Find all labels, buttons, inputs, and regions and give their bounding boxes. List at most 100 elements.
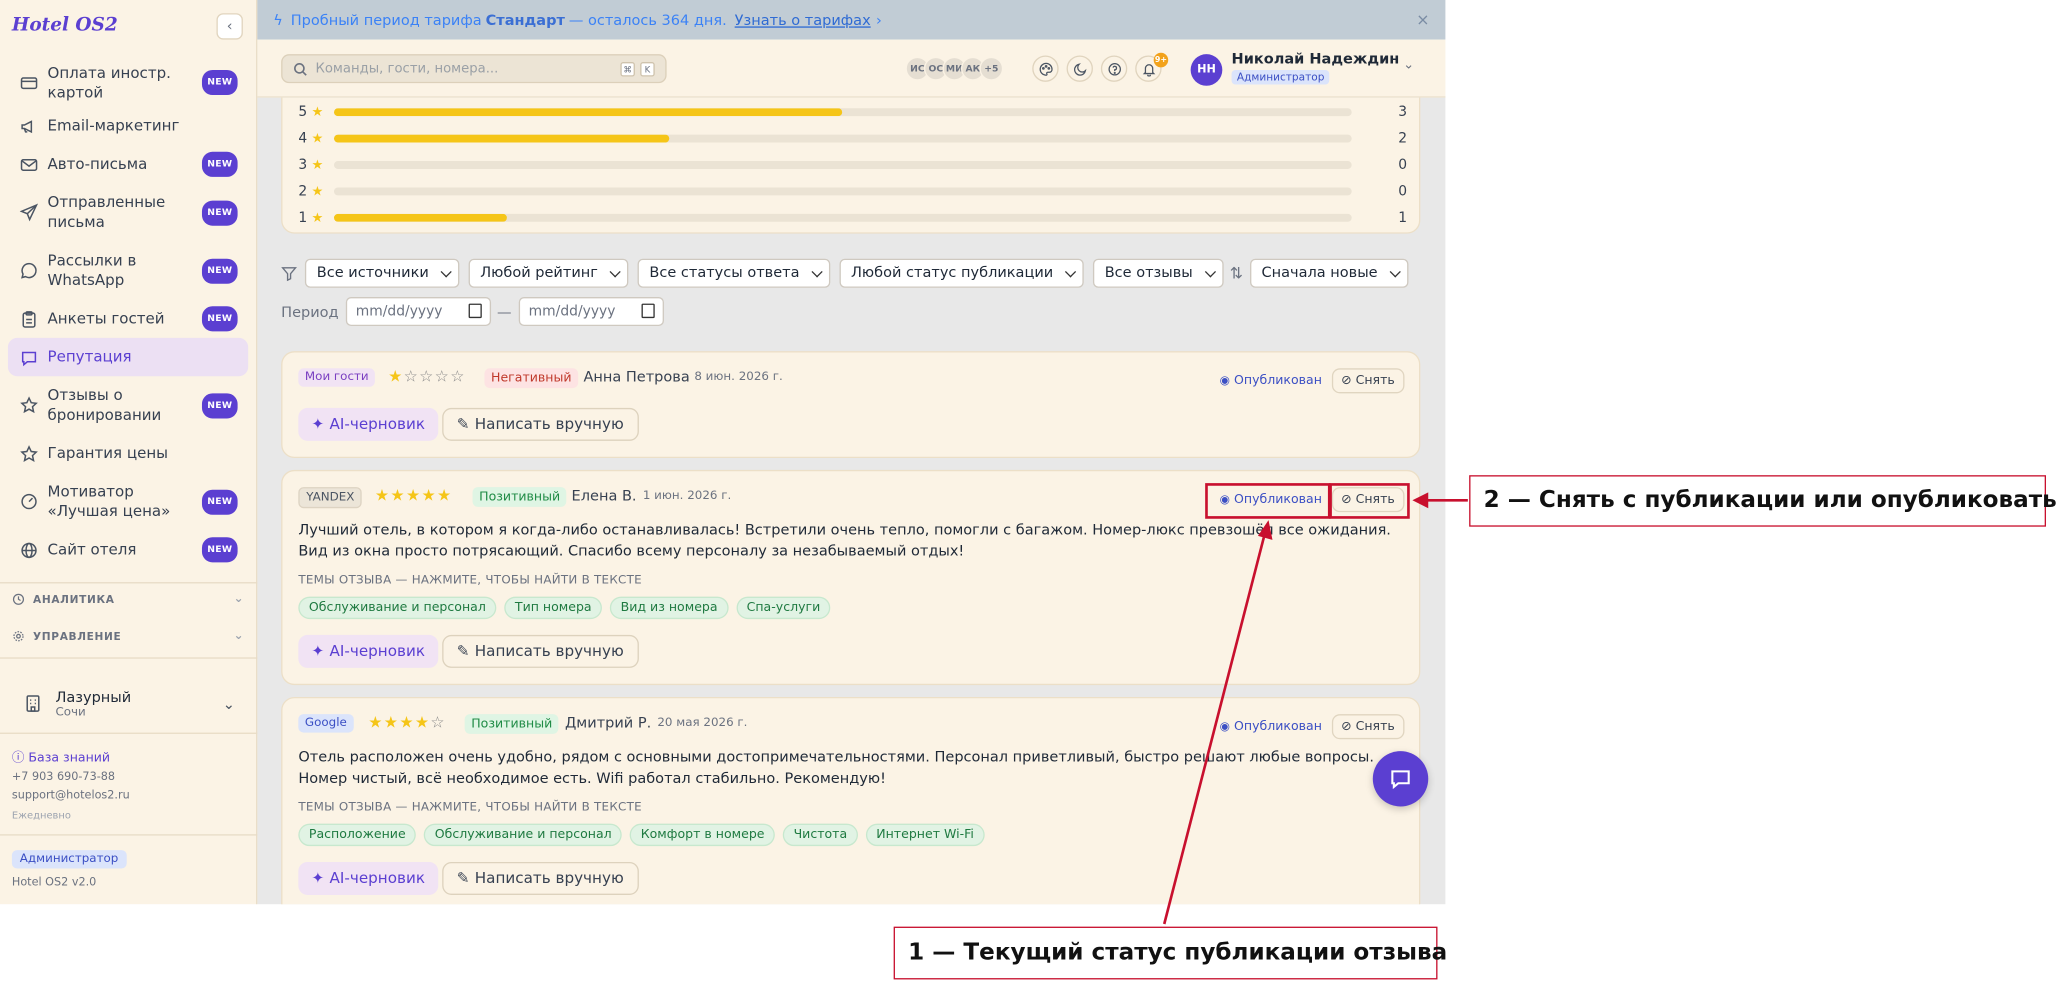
user-name[interactable]: Николай Надеждин [1232, 50, 1400, 67]
publication-status[interactable]: ◉ Опубликован [1211, 368, 1330, 394]
review-author: Дмитрий Р. [564, 714, 652, 732]
rating-bar-track [333, 187, 1352, 196]
topic-tag[interactable]: Спа-услуги [736, 596, 831, 620]
topic-tag[interactable]: Тип номера [504, 596, 603, 620]
kbd-cmd: ⌘ [620, 62, 635, 77]
dark-mode-button[interactable] [1066, 55, 1093, 82]
source-select[interactable]: Все источники [304, 258, 460, 288]
sidebar-item-label: Гарантия цены [47, 443, 169, 463]
write-manually-button[interactable]: ✎ Написать вручную [442, 634, 639, 668]
sidebar-item-booking-reviews[interactable]: Отзывы о бронировании NEW [8, 376, 248, 434]
rating-stars-label: 5 [298, 104, 308, 121]
role-badge: Администратор [11, 850, 127, 869]
sidebar-item-sent-letters[interactable]: Отправленные письма NEW [8, 183, 248, 241]
rating-stars-label: 2 [298, 183, 308, 200]
sidebar-item-auto-letters[interactable]: Авто-письма NEW [8, 145, 248, 183]
app-logo[interactable]: Hotel OS2 [12, 15, 118, 36]
help-button[interactable] [1100, 55, 1128, 82]
star-filled-icon: ★ [383, 712, 400, 732]
sidebar-item-label: Отправленные письма [47, 192, 166, 232]
palette-icon [1038, 62, 1052, 76]
search-input[interactable]: Команды, гости, номера... ⌘ K [281, 54, 667, 84]
mail-icon [20, 158, 38, 171]
user-avatar[interactable]: НН [1190, 54, 1223, 86]
unpublish-button[interactable]: ⊘ Снять [1331, 714, 1405, 740]
chevron-down-icon: ⌄ [222, 694, 235, 713]
topic-tag[interactable]: Интернет Wi-Fi [865, 823, 985, 847]
ai-draft-button[interactable]: ✦ AI-черновик [298, 407, 439, 441]
sidebar-item-label: Репутация [47, 347, 132, 366]
star-empty-icon: ☆ [450, 366, 466, 386]
more-users-avatar[interactable]: +5 [979, 56, 1004, 81]
star-filled-icon: ★ [399, 712, 415, 732]
sidebar-item-guest-surveys[interactable]: Анкеты гостей NEW [8, 300, 248, 338]
topic-tag[interactable]: Обслуживание и персонал [298, 596, 497, 620]
sort-select[interactable]: Сначала новые [1249, 258, 1408, 288]
section-analytics[interactable]: АНАЛИТИКА ⌄ [12, 593, 244, 606]
rating-stars-label: 4 [298, 130, 308, 147]
support-phone[interactable]: +7 903 690-73-88 [12, 771, 115, 784]
collapse-sidebar-button[interactable]: ‹ [216, 13, 243, 40]
section-label: АНАЛИТИКА [33, 593, 115, 606]
user-role-badge: Администратор [1231, 69, 1330, 85]
source-badge: Мои гости [298, 368, 376, 387]
sidebar-item-whatsapp-mailings[interactable]: Рассылки в WhatsApp NEW [8, 242, 248, 300]
new-badge: NEW [202, 151, 238, 177]
tariffs-link[interactable]: Узнать о тарифах [735, 11, 871, 28]
ai-draft-button[interactable]: ✦ AI-черновик [298, 634, 439, 668]
reviews-select[interactable]: Все отзывы [1092, 258, 1224, 288]
sidebar-item-hotel-site[interactable]: Сайт отеля NEW [8, 531, 248, 569]
chevron-down-icon[interactable]: ⌄ [1403, 58, 1414, 73]
section-management[interactable]: УПРАВЛЕНИЕ ⌄ [12, 630, 244, 643]
new-badge: NEW [202, 392, 238, 418]
theme-palette-button[interactable] [1032, 55, 1059, 82]
topic-tag[interactable]: Комфорт в номере [630, 823, 776, 847]
chevron-down-icon: ⌄ [233, 592, 245, 606]
sidebar-item-price-guarantee[interactable]: Гарантия цены [8, 434, 248, 472]
date-to-input[interactable]: mm/dd/yyyy [518, 297, 664, 327]
chevron-right-icon: › [875, 11, 882, 29]
review-card: Google ★★★★☆ Позитивный Дмитрий Р. 20 ма… [281, 696, 1421, 905]
star-empty-icon: ☆ [430, 712, 446, 732]
sidebar-item-best-price-motivator[interactable]: Мотиватор «Лучшая цена» NEW [8, 473, 248, 531]
online-users[interactable]: ИС ОС МИ АК +5 [905, 56, 1004, 81]
divider [0, 657, 258, 659]
unpublish-button[interactable]: ⊘ Снять [1331, 368, 1405, 394]
publication-status-select[interactable]: Любой статус публикации [839, 258, 1084, 288]
sidebar-item-foreign-card-payment[interactable]: Оплата иностр. картой NEW [8, 58, 248, 107]
response-status-select[interactable]: Все статусы ответа [637, 258, 830, 288]
ai-draft-button[interactable]: ✦ AI-черновик [298, 861, 439, 895]
chat-fab-button[interactable] [1372, 751, 1429, 807]
sidebar-item-reputation[interactable]: Репутация [7, 337, 249, 377]
write-manually-button[interactable]: ✎ Написать вручную [442, 861, 639, 895]
hotel-city: Сочи [55, 705, 86, 719]
topic-tag[interactable]: Чистота [783, 823, 858, 847]
review-date: 8 июн. 2026 г. [694, 370, 783, 385]
star-empty-icon: ☆ [419, 366, 435, 386]
rating-bar-track [333, 134, 1352, 143]
close-banner-icon[interactable]: × [1416, 11, 1429, 29]
topics-header: ТЕМЫ ОТЗЫВА — НАЖМИТЕ, ЧТОБЫ НАЙТИ В ТЕК… [298, 801, 642, 815]
rating-count: 0 [1398, 157, 1408, 173]
topic-tag[interactable]: Обслуживание и персонал [424, 823, 623, 847]
date-from-input[interactable]: mm/dd/yyyy [345, 297, 491, 327]
globe-icon [21, 542, 37, 558]
star-icon: ★ [311, 157, 324, 173]
support-email[interactable]: support@hotelos2.ru [12, 789, 130, 802]
star-icon [20, 396, 38, 414]
building-icon [26, 695, 40, 712]
gauge-icon [21, 493, 37, 510]
clipboard-icon [22, 310, 36, 328]
write-manually-button[interactable]: ✎ Написать вручную [442, 407, 639, 441]
divider [0, 582, 258, 584]
sidebar-item-email-marketing[interactable]: Email-маркетинг [8, 107, 248, 145]
rating-select[interactable]: Любой рейтинг [468, 258, 629, 288]
new-badge: NEW [202, 489, 238, 515]
rating-count: 3 [1398, 104, 1408, 121]
topic-tag[interactable]: Вид из номера [610, 596, 729, 620]
topic-tag[interactable]: Расположение [298, 823, 417, 847]
hotel-selector[interactable]: Лазурный Сочи ⌄ [24, 684, 235, 724]
knowledge-base-link[interactable]: ⓘ База знаний [12, 747, 110, 766]
sidebar-item-label: Анкеты гостей [47, 308, 165, 328]
publication-status[interactable]: ◉ Опубликован [1211, 714, 1330, 740]
